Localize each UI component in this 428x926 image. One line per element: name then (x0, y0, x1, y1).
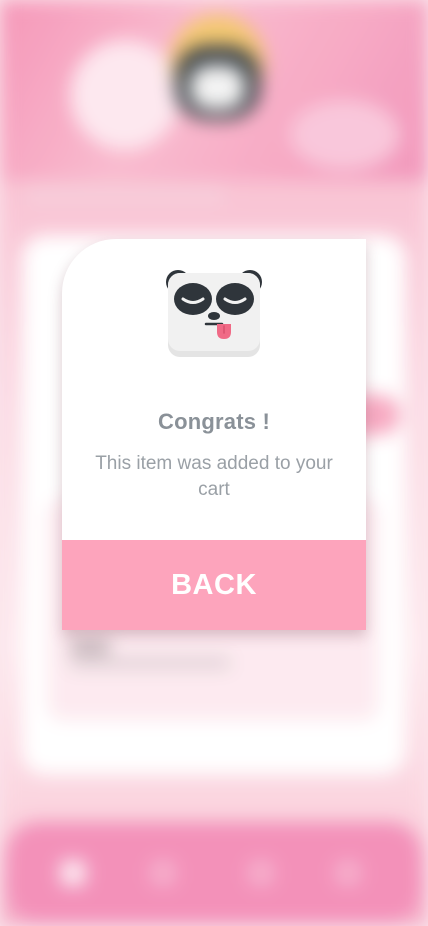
dialog-message: This item was added to your cart (95, 453, 333, 500)
added-to-cart-dialog: Congrats ! This item was added to your c… (62, 239, 366, 630)
back-button[interactable]: BACK (62, 540, 366, 630)
dialog-title: Congrats ! (158, 409, 270, 434)
panda-tongue-icon (166, 269, 262, 359)
